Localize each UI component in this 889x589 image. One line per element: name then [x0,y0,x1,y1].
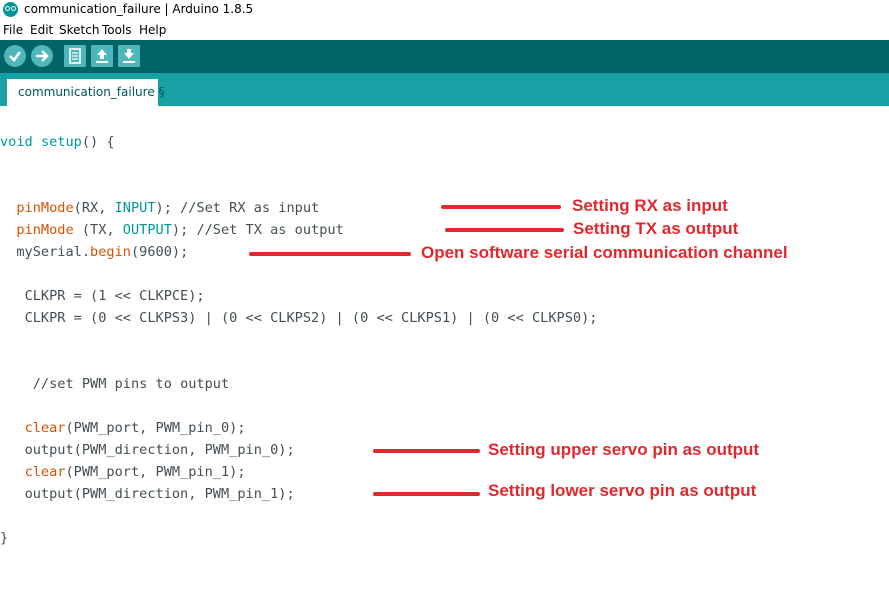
code-text: () { [81,134,115,150]
code-line-clkpr-1: CLKPR = (1 << CLKPCE); [0,287,205,305]
menu-tools[interactable]: Tools [102,23,132,37]
title-bar: communication_failure | Arduino 1.8.5 [0,0,889,20]
menu-edit[interactable]: Edit [30,23,53,37]
code-function: pinMode [16,222,74,238]
code-text: output(PWM_direction, PWM_pin_0); [24,442,295,458]
menu-bar: File Edit Sketch Tools Help [0,20,889,40]
code-function: begin [90,244,131,260]
code-line-serial-begin: mySerial.begin(9600); [0,243,188,261]
code-line-clear-1: clear(PWM_port, PWM_pin_1); [0,463,246,481]
tab-label: communication_failure § [18,85,165,99]
code-keyword: setup [40,134,82,150]
menu-help[interactable]: Help [139,23,166,37]
upload-button[interactable] [31,45,53,67]
arduino-logo-icon [3,2,18,17]
code-text: mySerial. [16,244,91,260]
annotation-arrow-rx [441,205,561,209]
code-line-comment-pwm: //set PWM pins to output [0,375,229,393]
code-comment: ); //Set TX as output [171,222,344,238]
open-sketch-icon [96,49,108,63]
code-text: (PWM_port, PWM_pin_1); [65,464,246,480]
annotation-rx: Setting RX as input [572,196,728,215]
code-text: (RX, [73,200,115,216]
code-function: clear [24,420,66,436]
code-function: clear [24,464,66,480]
code-text: CLKPR = (1 << CLKPCE); [24,288,205,304]
code-comment: ); //Set RX as input [155,200,320,216]
annotation-tx: Setting TX as output [573,219,739,238]
code-comment: //set PWM pins to output [32,376,230,392]
code-keyword: INPUT [114,200,156,216]
verify-button[interactable] [4,45,26,67]
code-text: CLKPR = (0 << CLKPS3) | (0 << CLKPS2) | … [24,310,598,326]
annotation-serial: Open software serial communication chann… [421,243,788,262]
code-text: } [0,530,9,546]
code-line-setup: void setup() { [0,133,115,151]
annotation-arrow-upper [373,449,480,453]
open-sketch-button[interactable] [91,45,113,67]
code-line-output-1: output(PWM_direction, PWM_pin_1); [0,485,295,503]
code-keyword: void [0,134,33,150]
new-sketch-icon [69,48,81,64]
code-function: pinMode [16,200,74,216]
annotation-upper: Setting upper servo pin as output [488,440,760,459]
window-title: communication_failure | Arduino 1.8.5 [24,2,254,16]
annotation-arrow-tx [445,228,564,232]
tab-bar: communication_failure § [0,73,889,106]
code-editor[interactable]: void setup() { pinMode(RX, INPUT); //Set… [0,106,889,589]
code-text: (9600); [130,244,189,260]
toolbar [0,40,889,73]
code-line-output-0: output(PWM_direction, PWM_pin_0); [0,441,295,459]
code-text: output(PWM_direction, PWM_pin_1); [24,486,295,502]
menu-file[interactable]: File [3,23,23,37]
code-keyword: OUTPUT [122,222,172,238]
code-text: (TX, [73,222,123,238]
menu-sketch[interactable]: Sketch [59,23,99,37]
save-sketch-icon [123,49,135,63]
save-sketch-button[interactable] [118,45,140,67]
code-line-pinmode-tx: pinMode (TX, OUTPUT); //Set TX as output [0,221,344,239]
upload-arrow-icon [36,50,49,62]
annotation-arrow-serial [249,252,411,256]
annotation-lower: Setting lower servo pin as output [488,481,757,500]
verify-icon [9,51,22,62]
code-line-clkpr-2: CLKPR = (0 << CLKPS3) | (0 << CLKPS2) | … [0,309,598,327]
tab-communication-failure[interactable]: communication_failure § [7,79,165,106]
annotation-arrow-lower [373,492,480,496]
code-line-pinmode-rx: pinMode(RX, INPUT); //Set RX as input [0,199,319,217]
code-line-closing-brace: } [0,529,8,547]
code-text: (PWM_port, PWM_pin_0); [65,420,246,436]
new-sketch-button[interactable] [64,45,86,67]
code-line-clear-0: clear(PWM_port, PWM_pin_0); [0,419,246,437]
